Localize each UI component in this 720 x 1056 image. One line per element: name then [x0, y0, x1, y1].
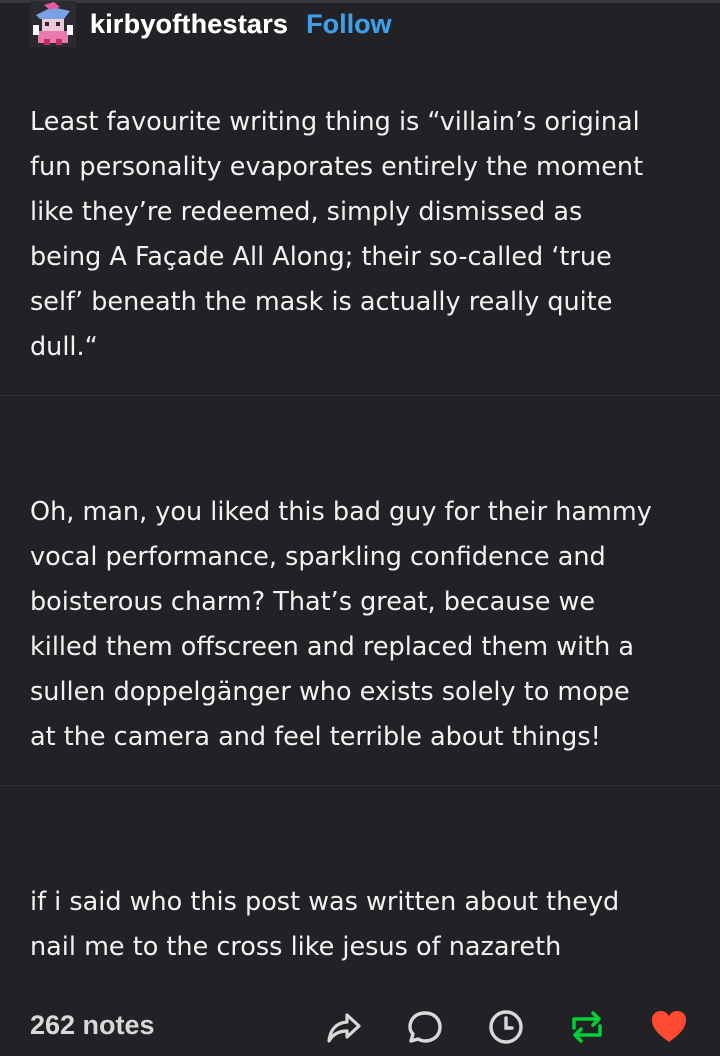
avatar-icon	[30, 1, 76, 47]
post-footer: 262 notes	[0, 1000, 720, 1056]
clock-icon[interactable]	[487, 1008, 525, 1046]
avatar[interactable]	[30, 1, 76, 47]
share-icon[interactable]	[325, 1008, 363, 1046]
notes-count[interactable]: 262 notes	[30, 1010, 155, 1041]
reply-icon[interactable]	[406, 1008, 444, 1046]
username[interactable]: kirbyofthestars	[90, 9, 288, 40]
post-body: if i said who this post was written abou…	[30, 887, 620, 962]
post-body: Least favourite writing thing is “villai…	[30, 107, 644, 362]
follow-button[interactable]: Follow	[306, 9, 391, 40]
post-3-header: kirbyofthestars	[30, 0, 288, 48]
heart-icon[interactable]	[650, 1008, 688, 1046]
reblog-icon[interactable]	[568, 1008, 606, 1046]
post-body: Oh, man, you liked this bad guy for thei…	[30, 497, 652, 752]
